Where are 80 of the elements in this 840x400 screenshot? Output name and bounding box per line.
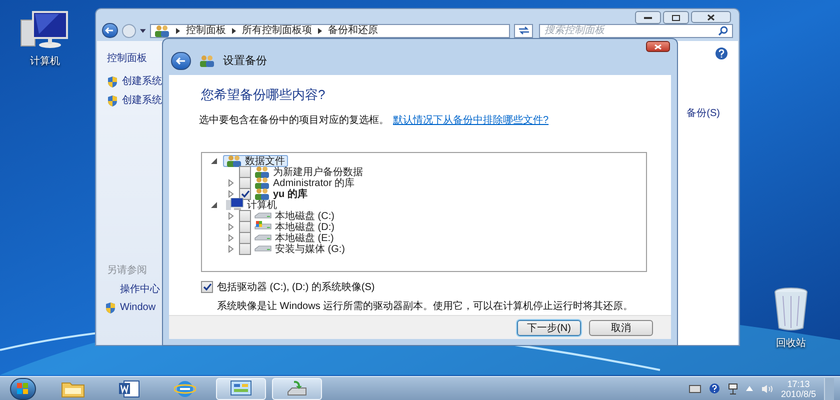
tree-item[interactable]: 计算机 bbox=[223, 199, 280, 211]
computer-icon bbox=[226, 198, 244, 212]
checkbox[interactable] bbox=[239, 232, 251, 244]
desktop-icon-label[interactable]: 计算机 bbox=[30, 54, 60, 69]
expand-arrow-icon[interactable] bbox=[226, 234, 236, 242]
backup-drive-icon bbox=[286, 380, 308, 398]
dialog-title: 设置备份 bbox=[223, 54, 267, 69]
shield-icon bbox=[107, 94, 118, 106]
description-text: 系统映像是让 Windows 运行所需的驱动器副本。使用它，可以在计算机停止运行时将其还原。 bbox=[217, 300, 634, 314]
dialog-button[interactable]: 下一步(N) bbox=[517, 320, 581, 336]
sidebar-link[interactable]: 创建系统 bbox=[122, 93, 162, 108]
people-icon bbox=[226, 155, 242, 167]
expand-arrow-icon[interactable] bbox=[226, 190, 236, 198]
help-link[interactable]: 默认情况下从备份中排除哪些文件? bbox=[393, 112, 549, 128]
breadcrumb-item[interactable]: 所有控制面板项 bbox=[242, 24, 312, 36]
close-button[interactable] bbox=[691, 11, 731, 23]
shield-icon bbox=[107, 76, 118, 88]
people-icon bbox=[254, 177, 270, 189]
checkbox[interactable] bbox=[239, 221, 251, 233]
checkbox[interactable] bbox=[239, 210, 251, 222]
instruction-text: 选中要包含在备份中的项目对应的复选框。 bbox=[199, 114, 389, 128]
back-button[interactable] bbox=[102, 23, 118, 38]
sidebar-heading: 另请参阅 bbox=[107, 264, 148, 278]
sidebar-link[interactable]: 操作中心 bbox=[120, 282, 160, 297]
control-panel-icon bbox=[230, 380, 252, 398]
document-w-icon bbox=[118, 380, 140, 398]
keyboard-icon[interactable] bbox=[688, 384, 701, 392]
breadcrumb-item[interactable]: 备份和还原 bbox=[328, 24, 378, 36]
expand-arrow-icon[interactable] bbox=[226, 245, 236, 253]
taskbar-app-button[interactable] bbox=[216, 378, 266, 400]
search-icon bbox=[718, 26, 728, 36]
refresh-button[interactable] bbox=[514, 24, 534, 38]
people-icon bbox=[254, 188, 270, 200]
expand-arrow-icon[interactable] bbox=[226, 179, 236, 187]
tree-item[interactable]: yu 的库 bbox=[273, 186, 308, 202]
help-icon[interactable] bbox=[708, 383, 720, 394]
maximize-button[interactable] bbox=[663, 11, 689, 24]
checkbox[interactable] bbox=[239, 166, 251, 178]
expand-arrow-icon[interactable] bbox=[226, 223, 236, 231]
people-icon bbox=[199, 55, 215, 67]
network-icon[interactable] bbox=[728, 382, 738, 394]
dialog-heading: 您希望备份哪些内容? bbox=[201, 86, 326, 104]
refresh-icon bbox=[518, 26, 530, 35]
back-arrow-icon bbox=[176, 57, 186, 65]
computer-icon[interactable] bbox=[19, 10, 71, 50]
breadcrumb-separator-icon bbox=[232, 28, 236, 34]
breadcrumb-separator-icon bbox=[318, 28, 322, 34]
desktop-icon-label[interactable]: 回收站 bbox=[776, 336, 806, 351]
start-button[interactable] bbox=[10, 378, 36, 400]
back-arrow-icon bbox=[105, 27, 114, 34]
back-button[interactable] bbox=[171, 52, 191, 70]
globe-e-icon bbox=[174, 378, 196, 398]
close-button[interactable] bbox=[646, 41, 670, 52]
taskbar-app-button[interactable] bbox=[272, 378, 322, 400]
backup-link[interactable]: 备份(S) bbox=[686, 106, 720, 121]
people-icon bbox=[154, 24, 170, 36]
checkbox[interactable] bbox=[239, 243, 251, 255]
breadcrumb-separator-icon bbox=[176, 28, 180, 34]
close-icon bbox=[654, 44, 662, 50]
tree-item[interactable]: 数据文件 bbox=[223, 155, 288, 167]
address-bar[interactable]: 控制面板 所有控制面板项 备份和还原 bbox=[150, 24, 510, 38]
dropdown-caret-icon[interactable] bbox=[140, 28, 146, 32]
checkbox-label[interactable]: 包括驱动器 (C:), (D:) 的系统映像(S) bbox=[217, 280, 375, 294]
checkbox[interactable] bbox=[239, 177, 251, 189]
windows-logo-icon bbox=[17, 382, 29, 394]
expand-arrow-icon[interactable] bbox=[226, 212, 236, 220]
sidebar-link[interactable]: 创建系统 bbox=[122, 74, 162, 89]
checkbox[interactable] bbox=[201, 281, 213, 293]
people-icon bbox=[254, 166, 270, 178]
help-icon[interactable] bbox=[715, 47, 728, 60]
shield-icon bbox=[105, 302, 116, 314]
collapse-arrow-icon[interactable] bbox=[210, 201, 220, 209]
checkbox[interactable] bbox=[239, 188, 251, 200]
minimize-button[interactable] bbox=[635, 11, 661, 24]
close-icon bbox=[707, 14, 715, 20]
folder-icon bbox=[61, 380, 85, 398]
collapse-arrow-icon[interactable] bbox=[210, 157, 220, 165]
sidebar-link[interactable]: Window bbox=[120, 300, 156, 315]
dialog-button[interactable]: 取消 bbox=[589, 320, 653, 336]
breadcrumb-item[interactable]: 控制面板 bbox=[186, 24, 226, 36]
